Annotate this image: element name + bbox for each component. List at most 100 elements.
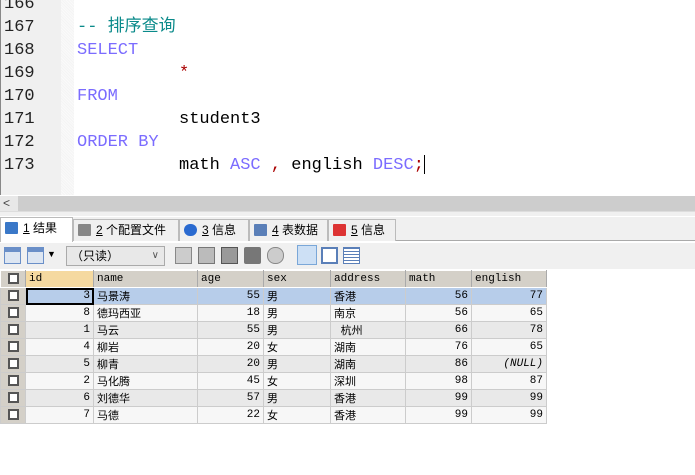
form-view-icon[interactable] bbox=[321, 247, 338, 264]
cell-name[interactable]: 刘德华 bbox=[93, 389, 198, 407]
cell-english[interactable]: (NULL) bbox=[471, 355, 547, 373]
cell-id[interactable]: 7 bbox=[25, 406, 94, 424]
column-header-id[interactable]: id bbox=[25, 270, 94, 288]
column-header-address[interactable]: address bbox=[330, 270, 406, 288]
cell-english[interactable]: 65 bbox=[471, 304, 547, 322]
cell-address[interactable]: 香港 bbox=[330, 389, 406, 407]
cell-age[interactable]: 57 bbox=[197, 389, 264, 407]
code-line[interactable]: SELECT bbox=[77, 39, 138, 62]
cell-sex[interactable]: 女 bbox=[263, 372, 331, 390]
cell-address[interactable]: 湖南 bbox=[330, 355, 406, 373]
grid-view-icon[interactable] bbox=[297, 245, 317, 265]
cell-english[interactable]: 99 bbox=[471, 389, 547, 407]
cell-age[interactable]: 55 bbox=[197, 321, 264, 339]
row-checkbox[interactable] bbox=[0, 406, 26, 424]
cell-math[interactable]: 86 bbox=[405, 355, 472, 373]
cell-math[interactable]: 76 bbox=[405, 338, 472, 356]
table-row[interactable]: 8 德玛西亚 18 男南京 56 65 bbox=[0, 304, 547, 322]
cell-id[interactable]: 2 bbox=[25, 372, 94, 390]
column-header-name[interactable]: name bbox=[93, 270, 198, 288]
cell-math[interactable]: 56 bbox=[405, 304, 472, 322]
cell-sex[interactable]: 男 bbox=[263, 355, 331, 373]
code-line[interactable]: -- 排序查询 bbox=[77, 16, 176, 39]
cell-english[interactable]: 65 bbox=[471, 338, 547, 356]
cell-age[interactable]: 45 bbox=[197, 372, 264, 390]
cell-sex[interactable]: 男 bbox=[263, 304, 331, 322]
cell-id[interactable]: 8 bbox=[25, 304, 94, 322]
cell-english[interactable]: 99 bbox=[471, 406, 547, 424]
cell-age[interactable]: 20 bbox=[197, 355, 264, 373]
cell-age[interactable]: 18 bbox=[197, 304, 264, 322]
cell-sex[interactable]: 男 bbox=[263, 287, 331, 305]
column-header-english[interactable]: english bbox=[471, 270, 547, 288]
cell-name[interactable]: 德玛西亚 bbox=[93, 304, 198, 322]
cell-name[interactable]: 马德 bbox=[93, 406, 198, 424]
row-checkbox[interactable] bbox=[0, 287, 26, 305]
cell-sex[interactable]: 男 bbox=[263, 389, 331, 407]
save-icon[interactable] bbox=[221, 247, 238, 264]
row-checkbox[interactable] bbox=[0, 304, 26, 322]
dropdown-arrow-icon[interactable]: ▼ bbox=[47, 249, 56, 259]
cell-math[interactable]: 99 bbox=[405, 406, 472, 424]
table-row[interactable]: 7 马德 22 女香港 99 99 bbox=[0, 406, 547, 424]
table-row[interactable]: 6 刘德华 57 男香港 99 99 bbox=[0, 389, 547, 407]
delete-icon[interactable] bbox=[244, 247, 261, 264]
cell-sex[interactable]: 男 bbox=[263, 321, 331, 339]
cell-name[interactable]: 马云 bbox=[93, 321, 198, 339]
cell-address[interactable]: 南京 bbox=[330, 304, 406, 322]
row-checkbox[interactable] bbox=[0, 389, 26, 407]
export-icon[interactable] bbox=[4, 247, 21, 264]
code-line[interactable]: FROM bbox=[77, 85, 118, 108]
row-checkbox[interactable] bbox=[0, 338, 26, 356]
splitter[interactable] bbox=[0, 211, 695, 216]
select-all-checkbox[interactable] bbox=[0, 270, 26, 288]
cell-math[interactable]: 98 bbox=[405, 372, 472, 390]
column-header-age[interactable]: age bbox=[197, 270, 264, 288]
tab-5[interactable]: 5 信息 bbox=[328, 219, 396, 241]
table-row[interactable]: 4 柳岩 20 女湖南 76 65 bbox=[0, 338, 547, 356]
cell-sex[interactable]: 女 bbox=[263, 406, 331, 424]
cell-english[interactable]: 78 bbox=[471, 321, 547, 339]
cell-math[interactable]: 56 bbox=[405, 287, 472, 305]
sql-editor[interactable]: 166 167 -- 排序查询 168 SELECT 169 * 170 FROM 171 st… bbox=[0, 0, 695, 195]
cell-english[interactable]: 87 bbox=[471, 372, 547, 390]
code-line[interactable]: math ASC , english DESC; bbox=[77, 154, 425, 177]
horizontal-scrollbar[interactable]: < bbox=[0, 196, 695, 211]
cell-address[interactable]: 杭州 bbox=[330, 321, 406, 339]
cell-name[interactable]: 马化腾 bbox=[93, 372, 198, 390]
import-icon[interactable] bbox=[27, 247, 44, 264]
code-line[interactable]: * bbox=[77, 62, 189, 85]
cell-age[interactable]: 22 bbox=[197, 406, 264, 424]
cell-address[interactable]: 深圳 bbox=[330, 372, 406, 390]
table-row[interactable]: 1 马云 55 男 杭州 66 78 bbox=[0, 321, 547, 339]
cancel-icon[interactable] bbox=[267, 247, 284, 264]
table-row[interactable]: 3 马景涛 55 男香港 56 77 bbox=[0, 287, 547, 305]
column-header-sex[interactable]: sex bbox=[263, 270, 331, 288]
cell-english[interactable]: 77 bbox=[471, 287, 547, 305]
cell-id[interactable]: 6 bbox=[25, 389, 94, 407]
cell-age[interactable]: 20 bbox=[197, 338, 264, 356]
cell-age[interactable]: 55 bbox=[197, 287, 264, 305]
cell-id[interactable]: 4 bbox=[25, 338, 94, 356]
table-row[interactable]: 5 柳青 20 男湖南 86 (NULL) bbox=[0, 355, 547, 373]
cell-math[interactable]: 99 bbox=[405, 389, 472, 407]
cell-id[interactable]: 3 bbox=[25, 287, 94, 305]
row-checkbox[interactable] bbox=[0, 372, 26, 390]
code-line[interactable]: ORDER BY bbox=[77, 131, 159, 154]
cell-address[interactable]: 香港 bbox=[330, 406, 406, 424]
row-checkbox[interactable] bbox=[0, 321, 26, 339]
row-checkbox[interactable] bbox=[0, 355, 26, 373]
tab-3[interactable]: 3 信息 bbox=[179, 219, 249, 241]
cell-id[interactable]: 1 bbox=[25, 321, 94, 339]
text-view-icon[interactable] bbox=[343, 247, 360, 264]
cell-id[interactable]: 5 bbox=[25, 355, 94, 373]
code-line[interactable]: student3 bbox=[77, 108, 261, 131]
mode-select[interactable]: （只读） ∨ bbox=[66, 246, 165, 266]
cell-name[interactable]: 柳岩 bbox=[93, 338, 198, 356]
tab-1[interactable]: 1 结果 bbox=[0, 217, 73, 242]
scroll-left-icon[interactable]: < bbox=[3, 196, 10, 210]
cell-address[interactable]: 湖南 bbox=[330, 338, 406, 356]
add-row-icon[interactable] bbox=[175, 247, 192, 264]
cell-math[interactable]: 66 bbox=[405, 321, 472, 339]
table-row[interactable]: 2 马化腾 45 女深圳 98 87 bbox=[0, 372, 547, 390]
